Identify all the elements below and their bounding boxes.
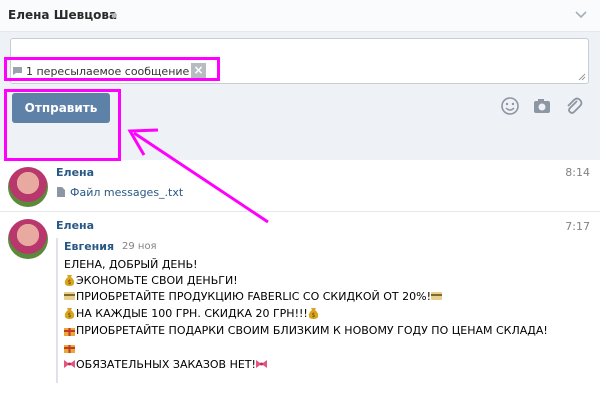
file-icon — [57, 187, 65, 197]
close-icon[interactable]: × — [191, 63, 206, 78]
credit-card-icon — [64, 292, 75, 300]
svg-text:$: $ — [68, 279, 72, 286]
money-bag-icon: $ — [64, 275, 75, 286]
message-line: ПРИОБРЕТАЙТЕ ПОДАРКИ СВОИМ БЛИЗКИМ К НОВ… — [64, 324, 548, 337]
money-bag-icon: $ — [64, 308, 75, 319]
gift-icon — [64, 328, 75, 336]
svg-text:$: $ — [68, 312, 72, 319]
forwarded-count-label[interactable]: 1 пересылаемое сообщение — [26, 65, 189, 78]
message-time: 7:17 — [565, 220, 590, 233]
message-line: ЕЛЕНА, ДОБРЫЙ ДЕНЬ! — [64, 258, 198, 271]
paperclip-icon[interactable] — [564, 96, 584, 116]
avatar[interactable] — [8, 219, 48, 259]
file-attachment-link[interactable]: Файл messages_.txt — [70, 186, 183, 199]
message-line — [64, 341, 76, 354]
resize-grip-icon[interactable] — [578, 73, 586, 81]
message-line: $ ЭКОНОМЬТЕ СВОИ ДЕНЬГИ! — [64, 274, 238, 287]
forwarded-quote-bar — [56, 238, 58, 383]
message-line: ПРИОБРЕТАЙТЕ ПРОДУКЦИЮ FABERLIC СО СКИДК… — [64, 290, 443, 303]
forwarded-date: 29 ноя — [122, 241, 157, 252]
avatar[interactable] — [8, 167, 48, 207]
message-sender[interactable]: Елена — [56, 166, 94, 179]
forward-icon — [13, 67, 22, 75]
bow-icon — [255, 360, 267, 368]
message-line: $ НА КАЖДЫЕ 100 ГРН. СКИДКА 20 ГРН!!! $ — [64, 307, 320, 320]
smile-icon[interactable] — [500, 96, 520, 116]
message-sender[interactable]: Елена — [56, 219, 94, 232]
message-line: ОБЯЗАТЕЛЬНЫХ ЗАКАЗОВ НЕТ! — [64, 358, 268, 371]
dialog-header: Елена Шевцова — [0, 0, 600, 32]
svg-text:$: $ — [311, 312, 315, 319]
gift-icon — [64, 345, 75, 353]
message-time: 8:14 — [565, 166, 590, 179]
message-divider — [0, 211, 600, 212]
camera-icon[interactable] — [532, 96, 552, 116]
bow-icon — [64, 360, 75, 368]
send-button[interactable]: Отправить — [12, 93, 110, 123]
credit-card-icon — [430, 292, 442, 300]
online-status-dot — [112, 13, 117, 18]
chevron-down-icon[interactable] — [574, 8, 588, 20]
dialog-title[interactable]: Елена Шевцова — [8, 8, 117, 22]
money-bag-icon: $ — [308, 308, 319, 319]
forwarded-sender[interactable]: Евгения — [64, 240, 114, 253]
